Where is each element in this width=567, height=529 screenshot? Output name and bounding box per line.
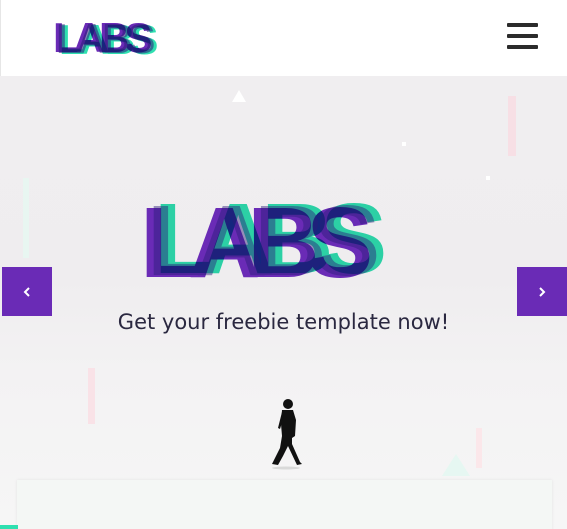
hero-logo: LABS LABS LABS (140, 184, 440, 298)
accent-line (0, 525, 18, 529)
hero-logo-navy: LABS (147, 185, 380, 297)
decor-triangle (442, 454, 470, 476)
decor-bar (23, 178, 29, 258)
chevron-right-icon (539, 286, 546, 297)
decor-bar (476, 428, 482, 468)
content-card (17, 480, 552, 529)
hero-tagline: Get your freebie template now! (117, 310, 450, 334)
slider-next-button[interactable] (517, 267, 567, 316)
site-logo[interactable]: LABS LABS LABS (53, 15, 173, 62)
logo-text-navy: LABS (56, 15, 155, 62)
hamburger-menu-icon[interactable] (507, 23, 539, 49)
chevron-left-icon (23, 286, 30, 297)
site-header: LABS LABS LABS (0, 0, 567, 76)
walking-person-image (272, 399, 302, 470)
decor-dot (486, 176, 490, 180)
slider-prev-button[interactable] (2, 267, 52, 316)
decor-bar (508, 96, 516, 156)
decor-triangle (232, 90, 246, 102)
decor-bar (88, 368, 95, 424)
hero-slider: LABS LABS LABS Get your freebie template… (0, 76, 567, 529)
decor-dot (402, 142, 406, 146)
